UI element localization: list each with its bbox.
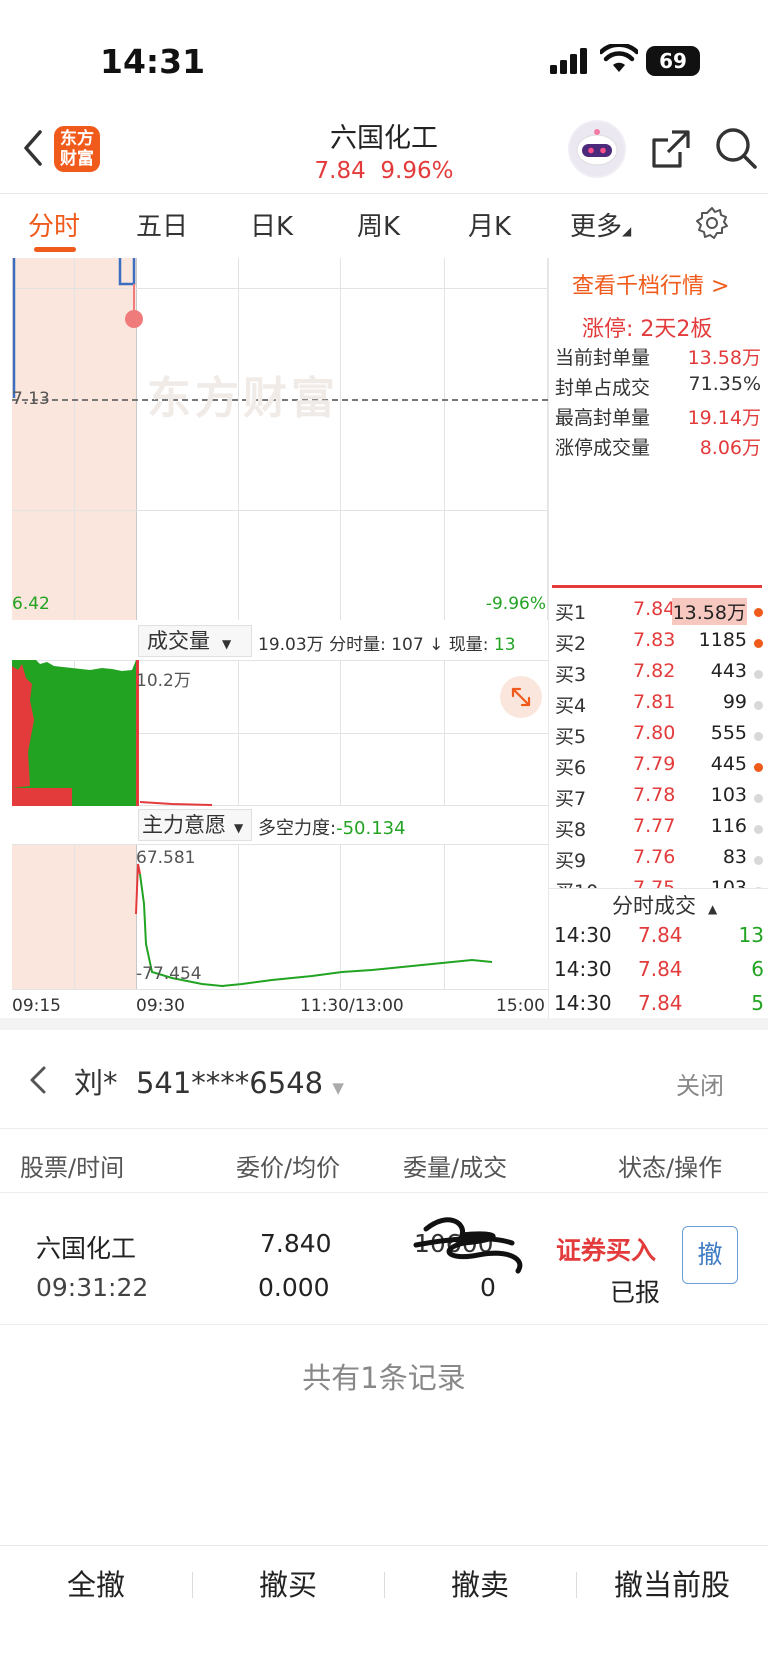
column-header-status: 状态/操作 bbox=[618, 1154, 723, 1182]
order-row[interactable]: 六国化工 09:31:22 7.840 0.000 10600 0 证券买入 已… bbox=[0, 1193, 768, 1323]
column-header-stock: 股票/时间 bbox=[20, 1154, 125, 1182]
column-header-price: 委价/均价 bbox=[236, 1154, 341, 1182]
order-type: 证券买入 bbox=[556, 1236, 657, 1265]
time-label-midday: 11:30/13:00 bbox=[300, 996, 404, 1016]
indicator-min-label: -77.454 bbox=[136, 964, 202, 984]
stat-row: 涨停成交量 8.06万 bbox=[555, 437, 761, 459]
tab-intraday[interactable]: 分时 bbox=[28, 206, 80, 243]
bid-ask-separator bbox=[552, 585, 762, 588]
indicator-max-label: 67.581 bbox=[136, 848, 196, 868]
wifi-icon bbox=[600, 44, 638, 72]
indicator-line bbox=[135, 863, 493, 988]
close-button[interactable]: 关闭 bbox=[676, 1066, 724, 1101]
battery-indicator: 69 bbox=[646, 46, 700, 76]
record-count: 共有1条记录 bbox=[302, 1361, 466, 1395]
share-icon[interactable] bbox=[650, 128, 692, 170]
indicator-chart[interactable]: 67.581 -77.454 bbox=[12, 844, 548, 990]
order-filled: 0 bbox=[480, 1273, 496, 1302]
stock-price-change: 7.84 9.96% bbox=[250, 158, 518, 184]
trade-row: 14:30 7.84 13 bbox=[554, 923, 764, 947]
cellular-signal-icon bbox=[550, 48, 587, 74]
stat-row: 当前封单量 13.58万 bbox=[555, 347, 761, 369]
price-chart[interactable]: 东方财富 7.13 6.42 -9.96% bbox=[12, 258, 548, 620]
column-header-qty: 委量/成交 bbox=[403, 1154, 508, 1182]
order-status: 已报 bbox=[610, 1278, 661, 1307]
buy-level-row[interactable]: 买6 7.79 445 bbox=[555, 753, 765, 783]
stock-title: 六国化工 bbox=[330, 123, 438, 154]
buy-level-row[interactable]: 买5 7.80 555 bbox=[555, 722, 765, 752]
app-logo: 东方 财富 bbox=[54, 126, 100, 172]
search-icon[interactable] bbox=[714, 126, 758, 170]
divider bbox=[0, 1324, 768, 1325]
trade-row: 14:30 7.84 6 bbox=[554, 957, 764, 981]
stock-change-pct: 9.96% bbox=[380, 158, 454, 184]
indicator-selector[interactable]: 主力意愿 ▼ bbox=[138, 809, 252, 841]
tab-five-day[interactable]: 五日 bbox=[136, 206, 188, 243]
scribble-redaction bbox=[413, 1217, 523, 1274]
account-back-icon[interactable] bbox=[26, 1062, 50, 1098]
stock-price: 7.84 bbox=[314, 158, 366, 184]
volume-bars bbox=[12, 660, 213, 806]
price-line bbox=[12, 258, 143, 398]
limit-stats: 当前封单量 13.58万 封单占成交 71.35% 最高封单量 19.14万 涨… bbox=[555, 343, 761, 463]
tab-weekly-k[interactable]: 周K bbox=[357, 206, 400, 243]
panel-sheet-top bbox=[0, 1018, 768, 1030]
limit-up-info: 涨停: 2天2板 bbox=[582, 317, 713, 342]
buy-level-row[interactable]: 买8 7.77 116 bbox=[555, 815, 765, 845]
stat-row: 最高封单量 19.14万 bbox=[555, 407, 761, 429]
buy-level-row[interactable]: 买2 7.83 1185 bbox=[555, 629, 765, 659]
tab-more[interactable]: 更多◢ bbox=[570, 206, 631, 243]
ai-assistant-icon[interactable] bbox=[568, 120, 626, 178]
buy-level-row[interactable]: 买7 7.78 103 bbox=[555, 784, 765, 814]
volume-selector[interactable]: 成交量 ▼ bbox=[138, 625, 252, 657]
buy-level-row[interactable]: 买107.75 103 bbox=[555, 877, 765, 888]
divider bbox=[0, 1128, 768, 1129]
time-label-open: 09:15 bbox=[12, 996, 61, 1016]
volume-info: 19.03万 分时量: 107 ↓ 现量: 13 bbox=[258, 635, 516, 655]
buy-level-row[interactable]: 买1 7.84 13.58万 bbox=[555, 598, 765, 628]
time-label-0930: 09:30 bbox=[136, 996, 185, 1016]
buy-level-row[interactable]: 买9 7.76 83 bbox=[555, 846, 765, 876]
price-reference-label: 7.13 bbox=[12, 389, 50, 409]
indicator-info: 多空力度:-50.134 bbox=[258, 818, 406, 839]
gear-icon[interactable] bbox=[694, 205, 730, 241]
expand-chart-button[interactable] bbox=[500, 676, 542, 718]
active-tab-indicator bbox=[34, 247, 76, 252]
trades-header[interactable]: 分时成交 ▲ bbox=[612, 890, 717, 920]
app-root: 14:31 69 东方 财富 六国化工 7.84 9.96% 分时 五日 日K … bbox=[0, 0, 768, 1670]
cancel-all-button[interactable]: 全撤 bbox=[0, 1562, 192, 1604]
order-time: 09:31:22 bbox=[36, 1273, 149, 1302]
header-divider bbox=[0, 193, 768, 194]
tab-monthly-k[interactable]: 月K bbox=[468, 206, 511, 243]
volume-max-label: 10.2万 bbox=[136, 671, 191, 691]
order-price: 7.840 bbox=[260, 1229, 332, 1258]
pct-low-label: -9.96% bbox=[485, 594, 546, 614]
buy-level-row[interactable]: 买3 7.82 443 bbox=[555, 660, 765, 690]
account-selector[interactable]: 刘* 541****6548 ▼ bbox=[74, 1060, 344, 1102]
trades-divider bbox=[548, 888, 768, 889]
panel-divider bbox=[548, 258, 549, 1018]
order-avg-price: 0.000 bbox=[258, 1273, 330, 1302]
stat-row: 封单占成交 71.35% bbox=[555, 373, 761, 399]
cancel-buy-button[interactable]: 撤买 bbox=[192, 1562, 384, 1604]
order-stock-name: 六国化工 bbox=[36, 1234, 137, 1263]
tab-daily-k[interactable]: 日K bbox=[250, 206, 293, 243]
price-low-label: 6.42 bbox=[12, 594, 50, 614]
expand-icon bbox=[511, 687, 531, 707]
bottom-bar-divider bbox=[0, 1545, 768, 1546]
volume-chart[interactable]: 10.2万 bbox=[12, 660, 548, 806]
depth-quotes-link[interactable]: 查看千档行情 > bbox=[572, 268, 729, 300]
trade-row: 14:30 7.84 5 bbox=[554, 991, 764, 1015]
status-time: 14:31 bbox=[100, 42, 206, 81]
cancel-current-stock-button[interactable]: 撤当前股 bbox=[576, 1562, 768, 1604]
buy-level-row[interactable]: 买4 7.81 99 bbox=[555, 691, 765, 721]
time-label-close: 15:00 bbox=[496, 996, 545, 1016]
cancel-order-button[interactable]: 撤 bbox=[682, 1226, 738, 1284]
back-icon[interactable] bbox=[18, 126, 48, 170]
cancel-sell-button[interactable]: 撤卖 bbox=[384, 1562, 576, 1604]
